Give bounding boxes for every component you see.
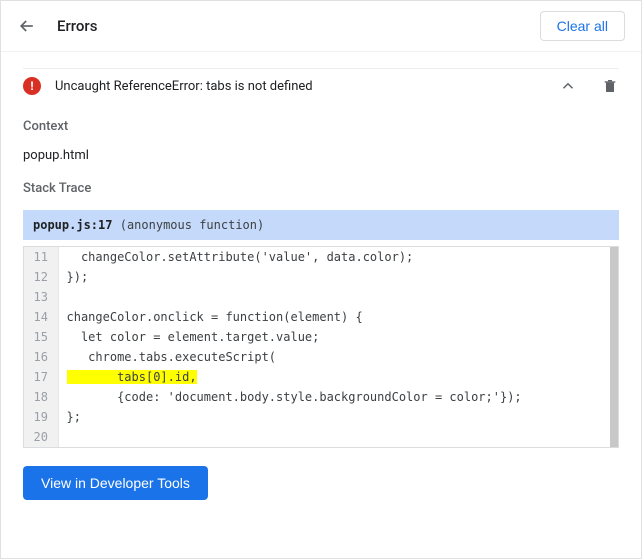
code-text: }; <box>58 407 618 427</box>
code-line: 12}); <box>24 267 618 287</box>
line-number: 16 <box>24 347 58 367</box>
page-header: Errors Clear all <box>1 1 641 52</box>
code-line: 14changeColor.onclick = function(element… <box>24 307 618 327</box>
line-number: 20 <box>24 427 58 447</box>
code-line: 20 <box>24 427 618 447</box>
code-line: 19}; <box>24 407 618 427</box>
code-text: let color = element.target.value; <box>58 327 618 347</box>
line-number: 19 <box>24 407 58 427</box>
code-line: 11 changeColor.setAttribute('value', dat… <box>24 247 618 267</box>
code-line: 16 chrome.tabs.executeScript( <box>24 347 618 367</box>
code-text <box>58 427 618 447</box>
line-number: 11 <box>24 247 58 267</box>
error-left: ! Uncaught ReferenceError: tabs is not d… <box>23 77 313 95</box>
line-number: 12 <box>24 267 58 287</box>
context-label: Context <box>23 119 619 134</box>
clear-all-button[interactable]: Clear all <box>540 11 625 41</box>
chevron-up-icon[interactable] <box>559 77 577 95</box>
content-area: ! Uncaught ReferenceError: tabs is not d… <box>1 52 641 516</box>
code-text: changeColor.onclick = function(element) … <box>58 307 618 327</box>
error-icon: ! <box>23 77 41 95</box>
code-line: 17 tabs[0].id, <box>24 367 618 387</box>
page-title: Errors <box>57 17 97 35</box>
code-text: }); <box>58 267 618 287</box>
line-number: 13 <box>24 287 58 307</box>
context-value: popup.html <box>23 148 619 163</box>
code-text <box>58 287 618 307</box>
code-line: 15 let color = element.target.value; <box>24 327 618 347</box>
error-right <box>559 77 619 95</box>
code-line: 13 <box>24 287 618 307</box>
stack-trace-label: Stack Trace <box>23 181 619 196</box>
back-arrow-icon[interactable] <box>17 16 37 36</box>
line-number: 14 <box>24 307 58 327</box>
code-text: tabs[0].id, <box>58 367 618 387</box>
line-number: 15 <box>24 327 58 347</box>
code-table: 11 changeColor.setAttribute('value', dat… <box>24 247 618 447</box>
header-left: Errors <box>17 16 97 36</box>
code-text: chrome.tabs.executeScript( <box>58 347 618 367</box>
code-text: {code: 'document.body.style.backgroundCo… <box>58 387 618 407</box>
code-snippet: 11 changeColor.setAttribute('value', dat… <box>23 246 619 448</box>
view-devtools-button[interactable]: View in Developer Tools <box>23 466 208 500</box>
code-text: changeColor.setAttribute('value', data.c… <box>58 247 618 267</box>
line-number: 17 <box>24 367 58 387</box>
trash-icon[interactable] <box>601 77 619 95</box>
stack-location: popup.js:17 <box>33 218 112 232</box>
code-line: 18 {code: 'document.body.style.backgroun… <box>24 387 618 407</box>
scrollbar[interactable] <box>610 247 618 447</box>
stack-frame-header[interactable]: popup.js:17 (anonymous function) <box>23 210 619 240</box>
error-message: Uncaught ReferenceError: tabs is not def… <box>55 79 313 94</box>
error-header-row: ! Uncaught ReferenceError: tabs is not d… <box>23 68 619 109</box>
stack-function: (anonymous function) <box>120 218 265 232</box>
line-number: 18 <box>24 387 58 407</box>
